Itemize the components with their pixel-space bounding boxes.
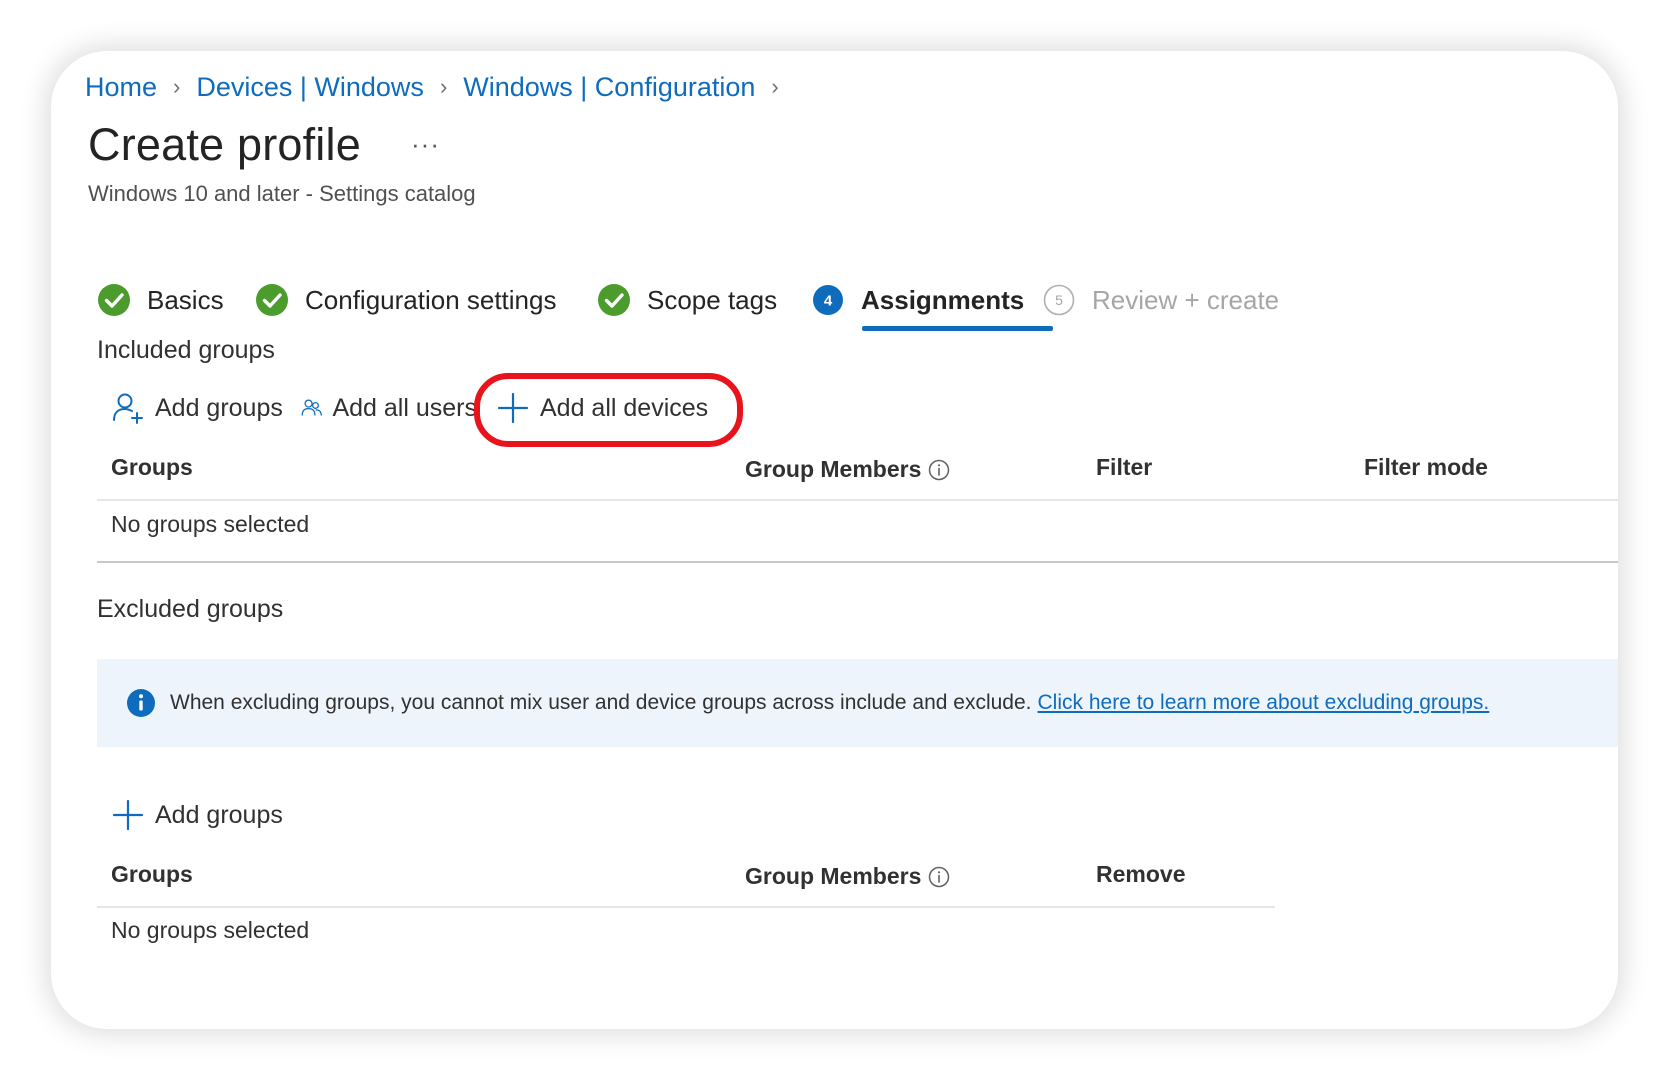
column-header-groups: Groups <box>111 861 193 887</box>
check-circle-icon <box>256 284 288 316</box>
empty-state-text: No groups selected <box>111 917 310 943</box>
column-header-label: Group Members <box>745 456 922 482</box>
step-scope-tags[interactable]: Scope tags <box>597 274 777 326</box>
learn-more-link[interactable]: Click here to learn more about excluding… <box>1038 691 1490 715</box>
step-assignments[interactable]: 4 Assignments <box>811 274 1024 326</box>
add-excluded-groups-button[interactable]: Add groups <box>111 795 283 835</box>
page-subtitle: Windows 10 and later - Settings catalog <box>88 181 476 206</box>
breadcrumb-devices-windows[interactable]: Devices | Windows <box>196 72 424 103</box>
column-header-group-members: Group Members <box>745 863 950 890</box>
column-header-remove: Remove <box>1096 861 1186 887</box>
step-review-create: 5 Review + create <box>1042 274 1279 326</box>
create-profile-panel: Home › Devices | Windows › Windows | Con… <box>51 51 1618 1029</box>
info-banner: When excluding groups, you cannot mix us… <box>97 659 1618 747</box>
step-number-icon: 5 <box>1043 284 1075 316</box>
breadcrumb-home[interactable]: Home <box>85 72 157 103</box>
column-header-label: Group Members <box>745 863 922 889</box>
step-configuration-settings[interactable]: Configuration settings <box>255 274 556 326</box>
chevron-right-icon: › <box>173 74 181 99</box>
column-header-filter: Filter <box>1096 454 1153 480</box>
more-options-button[interactable]: ··· <box>411 129 440 160</box>
excluded-groups-heading: Excluded groups <box>97 595 284 623</box>
check-circle-icon <box>598 284 630 316</box>
add-groups-label: Add groups <box>155 393 283 422</box>
highlight-annotation <box>474 373 743 447</box>
svg-text:5: 5 <box>1055 292 1063 308</box>
check-circle-icon <box>98 284 130 316</box>
step-label: Review + create <box>1092 284 1280 315</box>
column-header-group-members: Group Members <box>745 456 950 483</box>
add-groups-label: Add groups <box>155 800 283 829</box>
plus-icon <box>112 799 144 831</box>
people-icon <box>301 399 322 416</box>
step-number-icon: 4 <box>813 285 843 315</box>
info-icon <box>127 689 155 717</box>
svg-text:4: 4 <box>824 293 833 310</box>
chevron-right-icon: › <box>439 74 448 99</box>
add-groups-button[interactable]: Add groups <box>111 388 283 428</box>
table-divider <box>97 499 1618 501</box>
add-person-icon <box>113 393 143 424</box>
column-header-filter-mode: Filter mode <box>1364 454 1488 480</box>
breadcrumb-windows-configuration[interactable]: Windows | Configuration <box>463 72 755 103</box>
empty-state-text: No groups selected <box>111 511 310 537</box>
active-step-indicator <box>862 326 1053 331</box>
section-divider <box>97 561 1618 563</box>
add-all-users-button[interactable]: Add all users <box>301 388 477 428</box>
step-label: Scope tags <box>647 284 778 315</box>
included-groups-heading: Included groups <box>97 336 275 364</box>
info-icon[interactable] <box>928 459 950 481</box>
info-icon[interactable] <box>928 866 950 888</box>
step-label: Basics <box>147 284 224 315</box>
chevron-right-icon: › <box>771 74 779 99</box>
step-label: Assignments <box>861 284 1025 315</box>
breadcrumb: Home › Devices | Windows › Windows | Con… <box>85 69 779 105</box>
table-divider <box>97 906 1275 908</box>
step-label: Configuration settings <box>305 284 557 315</box>
column-header-groups: Groups <box>111 454 193 480</box>
info-banner-text: When excluding groups, you cannot mix us… <box>170 691 1032 714</box>
add-all-users-label: Add all users <box>332 393 477 422</box>
step-basics[interactable]: Basics <box>97 274 224 326</box>
page-title: Create profile <box>88 119 361 170</box>
